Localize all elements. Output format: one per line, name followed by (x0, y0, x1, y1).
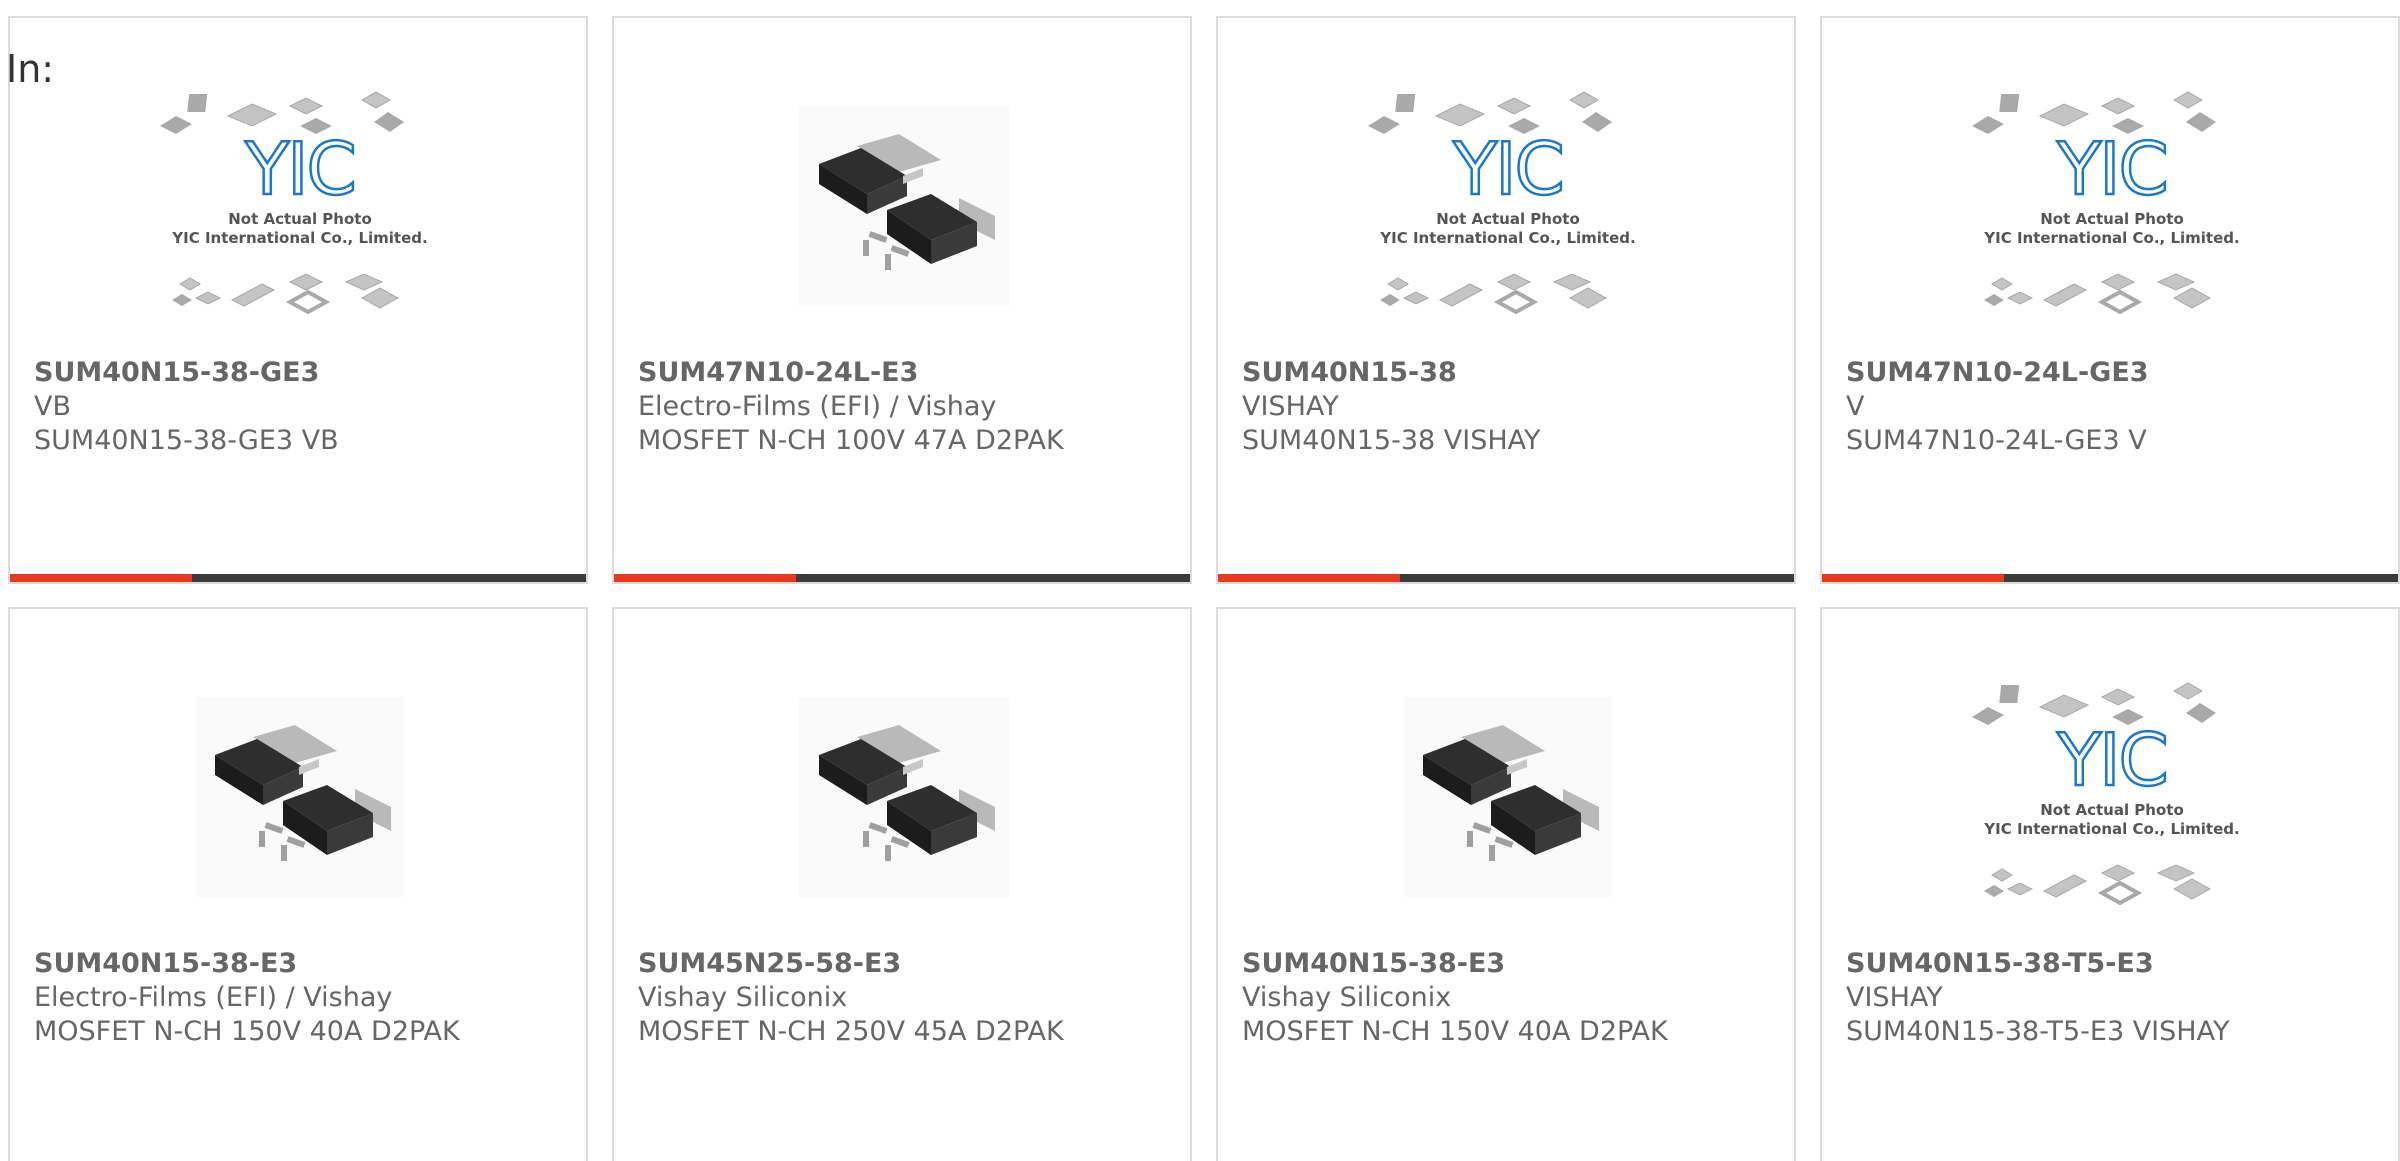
svg-text:YIC International Co., Limited: YIC International Co., Limited. (1379, 229, 1635, 247)
card-bottom-bar (10, 574, 586, 582)
description-text: SUM40N15-38-T5-E3 VISHAY (1846, 1016, 2230, 1047)
description-text: MOSFET N-CH 250V 45A D2PAK (638, 1016, 1064, 1047)
product-info: SUM40N15-38-E3 Vishay Siliconix MOSFET N… (1242, 947, 1778, 1049)
card-accent-bar (614, 574, 796, 582)
description-text: MOSFET N-CH 100V 47A D2PAK (638, 425, 1064, 456)
manufacturer-text: VISHAY (1846, 982, 1943, 1013)
d2pak-chip-icon (195, 697, 405, 897)
svg-text:Not Actual Photo: Not Actual Photo (228, 210, 372, 228)
part-number-link[interactable]: SUM47N10-24L-E3 (638, 356, 1174, 390)
manufacturer-text: Vishay Siliconix (1242, 982, 1452, 1013)
yic-placeholder-icon: YICNot Actual PhotoYIC International Co.… (1972, 91, 2240, 315)
card-bottom-bar (1218, 574, 1794, 582)
product-info: SUM40N15-38-GE3 VB SUM40N15-38-GE3 VB (34, 356, 570, 458)
product-image[interactable] (1318, 677, 1698, 917)
product-image[interactable] (110, 677, 490, 917)
manufacturer-text: V (1846, 391, 1865, 422)
part-number-link[interactable]: SUM40N15-38 (1242, 356, 1778, 390)
product-info: SUM40N15-38 VISHAY SUM40N15-38 VISHAY (1242, 356, 1778, 458)
svg-text:YIC: YIC (2056, 127, 2167, 211)
part-number-link[interactable]: SUM40N15-38-GE3 (34, 356, 570, 390)
product-image[interactable]: YIC Not Actual Photo YIC International Co.… (1318, 86, 1698, 326)
card-bottom-bar (1822, 574, 2398, 582)
product-info: SUM47N10-24L-GE3 V SUM47N10-24L-GE3 V (1846, 356, 2382, 458)
card-bottom-bar (614, 574, 1190, 582)
product-card[interactable]: SUM45N25-58-E3 Vishay Siliconix MOSFET N… (612, 607, 1192, 1161)
product-card[interactable]: SUM47N10-24L-E3 Electro-Films (EFI) / Vi… (612, 16, 1192, 584)
svg-text:YIC: YIC (1452, 127, 1563, 211)
product-card[interactable]: YIC Not Actual Photo YIC International Co.… (1820, 607, 2400, 1161)
product-listing-page: In: YIC Not Actual Photo YIC International… (0, 0, 2400, 1161)
yic-placeholder-icon: YICNot Actual PhotoYIC International Co.… (1972, 682, 2240, 906)
product-info: SUM47N10-24L-E3 Electro-Films (EFI) / Vi… (638, 356, 1174, 458)
product-image[interactable]: YIC Not Actual Photo YIC International Co.… (1922, 677, 2302, 917)
svg-text:YIC: YIC (2056, 718, 2167, 802)
card-accent-bar (10, 574, 192, 582)
product-image[interactable]: YIC Not Actual Photo YIC International Co.… (1922, 86, 2302, 326)
part-number-link[interactable]: SUM40N15-38-E3 (1242, 947, 1778, 981)
yic-placeholder-icon: YICNot Actual PhotoYIC International Co.… (1368, 91, 1636, 315)
description-text: SUM47N10-24L-GE3 V (1846, 425, 2147, 456)
card-accent-bar (1218, 574, 1400, 582)
svg-text:Not Actual Photo: Not Actual Photo (1436, 210, 1580, 228)
svg-text:YIC International Co., Limited: YIC International Co., Limited. (171, 229, 427, 247)
product-image[interactable] (714, 677, 1094, 917)
svg-text:YIC International Co., Limited: YIC International Co., Limited. (1983, 229, 2239, 247)
product-card[interactable]: SUM40N15-38-E3 Electro-Films (EFI) / Vis… (8, 607, 588, 1161)
product-card[interactable]: YIC Not Actual Photo YIC International Co.… (1820, 16, 2400, 584)
part-number-link[interactable]: SUM47N10-24L-GE3 (1846, 356, 2382, 390)
product-card[interactable]: YIC Not Actual Photo YIC International Co.… (1216, 16, 1796, 584)
product-info: SUM40N15-38-T5-E3 VISHAY SUM40N15-38-T5-… (1846, 947, 2382, 1049)
d2pak-chip-icon (799, 697, 1009, 897)
description-text: SUM40N15-38 VISHAY (1242, 425, 1541, 456)
d2pak-chip-icon (799, 106, 1009, 306)
manufacturer-text: VISHAY (1242, 391, 1339, 422)
product-info: SUM45N25-58-E3 Vishay Siliconix MOSFET N… (638, 947, 1174, 1049)
product-card[interactable]: YIC Not Actual Photo YIC International Co.… (8, 16, 588, 584)
svg-text:Not Actual Photo: Not Actual Photo (2040, 801, 2184, 819)
part-number-link[interactable]: SUM45N25-58-E3 (638, 947, 1174, 981)
card-accent-bar (1822, 574, 2004, 582)
part-number-link[interactable]: SUM40N15-38-T5-E3 (1846, 947, 2382, 981)
product-image[interactable] (714, 86, 1094, 326)
description-text: MOSFET N-CH 150V 40A D2PAK (34, 1016, 460, 1047)
part-number-link[interactable]: SUM40N15-38-E3 (34, 947, 570, 981)
product-card[interactable]: SUM40N15-38-E3 Vishay Siliconix MOSFET N… (1216, 607, 1796, 1161)
description-text: MOSFET N-CH 150V 40A D2PAK (1242, 1016, 1668, 1047)
product-grid: YIC Not Actual Photo YIC International Co.… (8, 16, 2400, 1161)
description-text: SUM40N15-38-GE3 VB (34, 425, 339, 456)
manufacturer-text: VB (34, 391, 71, 422)
manufacturer-text: Vishay Siliconix (638, 982, 848, 1013)
manufacturer-text: Electro-Films (EFI) / Vishay (638, 391, 997, 422)
svg-text:YIC: YIC (244, 127, 355, 211)
svg-text:Not Actual Photo: Not Actual Photo (2040, 210, 2184, 228)
product-info: SUM40N15-38-E3 Electro-Films (EFI) / Vis… (34, 947, 570, 1049)
in-label: In: (6, 47, 55, 91)
d2pak-chip-icon (1403, 697, 1613, 897)
manufacturer-text: Electro-Films (EFI) / Vishay (34, 982, 393, 1013)
svg-text:YIC International Co., Limited: YIC International Co., Limited. (1983, 820, 2239, 838)
yic-placeholder-icon: YICNot Actual PhotoYIC International Co.… (160, 91, 428, 315)
product-image[interactable]: YIC Not Actual Photo YIC International Co.… (110, 86, 490, 326)
